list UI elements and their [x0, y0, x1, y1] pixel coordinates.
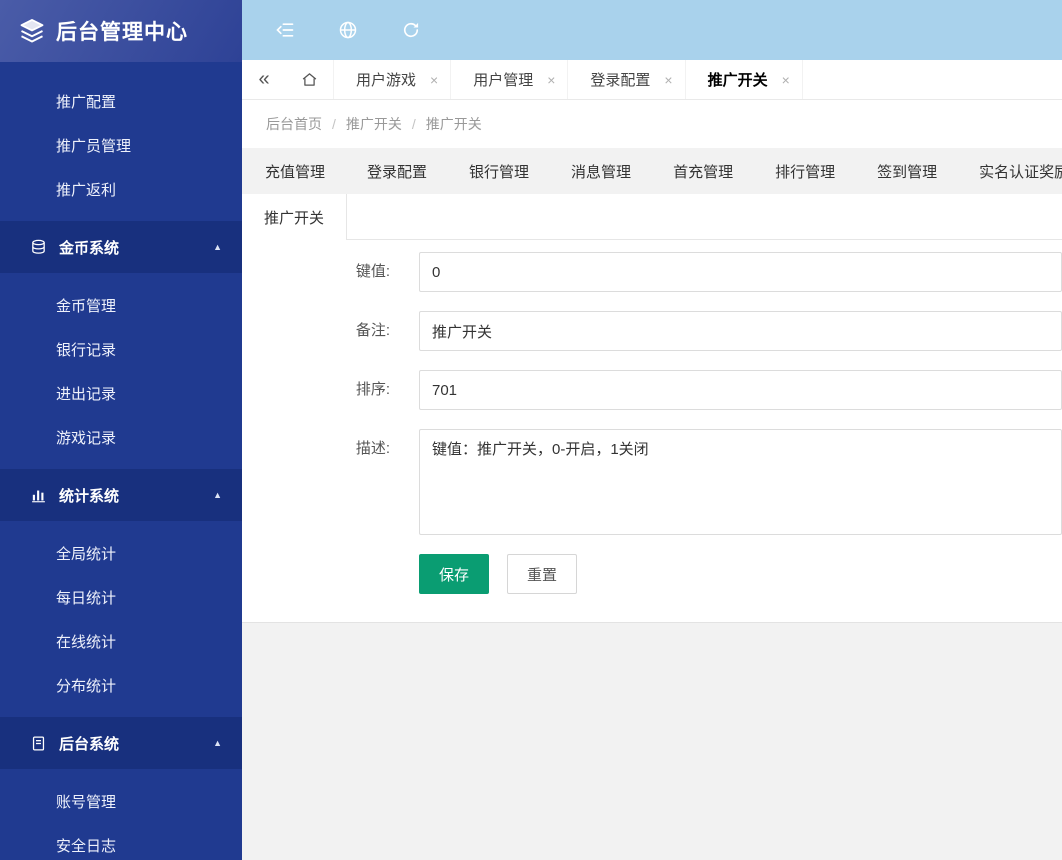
home-icon — [302, 73, 317, 86]
sidebar-item-online-stats[interactable]: 在线统计 — [0, 619, 242, 663]
tab-label: 登录配置 — [590, 72, 651, 89]
breadcrumb-separator: / — [332, 116, 336, 132]
sidebar-section-admin-system[interactable]: 后台系统 ▲ — [0, 717, 242, 769]
reset-button[interactable]: 重置 — [507, 554, 577, 594]
sort-field[interactable] — [419, 370, 1062, 410]
navtab-bank[interactable]: 银行管理 — [469, 161, 529, 182]
sidebar-menu: 推广配置 推广员管理 推广返利 金币系统 ▲ 金币管理 银行记录 进出记录 游戏… — [0, 62, 242, 860]
sidebar-item-distribution-stats[interactable]: 分布统计 — [0, 663, 242, 707]
navtab-message[interactable]: 消息管理 — [571, 161, 631, 182]
menu-fold-button[interactable] — [274, 19, 296, 41]
sidebar-item-daily-stats[interactable]: 每日统计 — [0, 575, 242, 619]
subtab-promo-switch[interactable]: 推广开关 — [242, 194, 347, 240]
topbar — [242, 0, 1062, 60]
close-icon[interactable]: × — [782, 72, 790, 88]
navtab-first-charge[interactable]: 首充管理 — [673, 161, 733, 182]
tab-label: 推广开关 — [707, 72, 768, 89]
remark-label: 备注: — [355, 322, 390, 339]
refresh-icon — [403, 22, 419, 38]
promo-switch-form: 键值: 备注: 排序: 描述: 键值：推广开关，0-开启，1关闭 保存 重置 — [242, 240, 1062, 622]
breadcrumb-parent[interactable]: 推广开关 — [346, 114, 402, 134]
tab-bar: « 用户游戏 × 用户管理 × 登录配置 × 推广开关 × — [242, 60, 1062, 100]
form-buttons: 保存 重置 — [419, 554, 1062, 594]
tab-label: 用户管理 — [473, 72, 534, 89]
tab-label: 用户游戏 — [356, 72, 417, 89]
sort-label: 排序: — [355, 381, 390, 398]
home-tab[interactable] — [286, 60, 334, 99]
language-button[interactable] — [337, 19, 359, 41]
collapse-tabs-button[interactable]: « — [242, 60, 286, 99]
sidebar-item-bank-records[interactable]: 银行记录 — [0, 327, 242, 371]
tab-login-config[interactable]: 登录配置 × — [568, 60, 686, 99]
sidebar-section-coin-system[interactable]: 金币系统 ▲ — [0, 221, 242, 273]
sidebar-item-promoter-management[interactable]: 推广员管理 — [0, 123, 242, 167]
tab-promo-switch[interactable]: 推广开关 × — [686, 60, 803, 99]
sidebar-item-promo-config[interactable]: 推广配置 — [0, 79, 242, 123]
key-value-field[interactable] — [419, 252, 1062, 292]
navtab-checkin[interactable]: 签到管理 — [877, 161, 937, 182]
chevron-up-icon: ▲ — [213, 738, 222, 748]
sidebar-section-label: 统计系统 — [59, 487, 120, 505]
sidebar-item-inout-records[interactable]: 进出记录 — [0, 371, 242, 415]
key-value-label: 键值: — [355, 263, 390, 280]
menu-fold-icon — [276, 23, 294, 37]
navtab-ranking[interactable]: 排行管理 — [775, 161, 835, 182]
main-column: « 用户游戏 × 用户管理 × 登录配置 × 推广开关 × 后台首页 / 推广开… — [242, 0, 1062, 860]
navtab-realname-reward[interactable]: 实名认证奖励 — [979, 161, 1062, 182]
layers-logo-icon — [20, 18, 44, 43]
tab-user-game[interactable]: 用户游戏 × — [334, 60, 452, 99]
globe-icon — [339, 21, 357, 39]
close-icon[interactable]: × — [664, 72, 672, 88]
refresh-button[interactable] — [400, 19, 422, 41]
sidebar-section-label: 后台系统 — [59, 735, 120, 753]
save-button[interactable]: 保存 — [419, 554, 489, 594]
description-textarea[interactable]: 键值：推广开关，0-开启，1关闭 — [419, 429, 1062, 535]
book-icon — [32, 735, 45, 751]
sidebar-item-game-records[interactable]: 游戏记录 — [0, 415, 242, 459]
bar-chart-icon — [32, 490, 45, 502]
breadcrumb-separator: / — [411, 116, 416, 132]
sidebar-section-stats-system[interactable]: 统计系统 ▲ — [0, 469, 242, 521]
remark-field[interactable] — [419, 311, 1062, 351]
sidebar-item-coin-management[interactable]: 金币管理 — [0, 283, 242, 327]
sidebar-item-security-log[interactable]: 安全日志 — [0, 823, 242, 860]
content-background — [242, 622, 1062, 860]
breadcrumb: 后台首页 / 推广开关 / 推广开关 — [242, 100, 1062, 148]
navtab-login-config[interactable]: 登录配置 — [367, 161, 427, 182]
chevron-up-icon: ▲ — [213, 242, 222, 252]
description-label: 描述: — [355, 440, 390, 457]
coins-icon — [32, 239, 45, 254]
breadcrumb-home[interactable]: 后台首页 — [266, 114, 322, 134]
sub-tab-row: 推广开关 — [242, 194, 1062, 240]
sidebar-item-account-management[interactable]: 账号管理 — [0, 779, 242, 823]
sidebar: 后台管理中心 推广配置 推广员管理 推广返利 金币系统 ▲ 金币管理 银行记录 … — [0, 0, 242, 860]
navtab-recharge[interactable]: 充值管理 — [265, 161, 325, 182]
close-icon[interactable]: × — [547, 72, 555, 88]
sidebar-section-label: 金币系统 — [59, 239, 120, 257]
sidebar-item-global-stats[interactable]: 全局统计 — [0, 531, 242, 575]
app-title: 后台管理中心 — [56, 21, 188, 44]
app-logo: 后台管理中心 — [0, 0, 242, 62]
sidebar-item-promo-rebate[interactable]: 推广返利 — [0, 167, 242, 211]
settings-nav-tabs: 充值管理 登录配置 银行管理 消息管理 首充管理 排行管理 签到管理 实名认证奖… — [242, 148, 1062, 194]
breadcrumb-current: 推广开关 — [425, 116, 482, 132]
tab-user-management[interactable]: 用户管理 × — [451, 60, 569, 99]
chevron-up-icon: ▲ — [213, 490, 222, 500]
close-icon[interactable]: × — [430, 72, 438, 88]
